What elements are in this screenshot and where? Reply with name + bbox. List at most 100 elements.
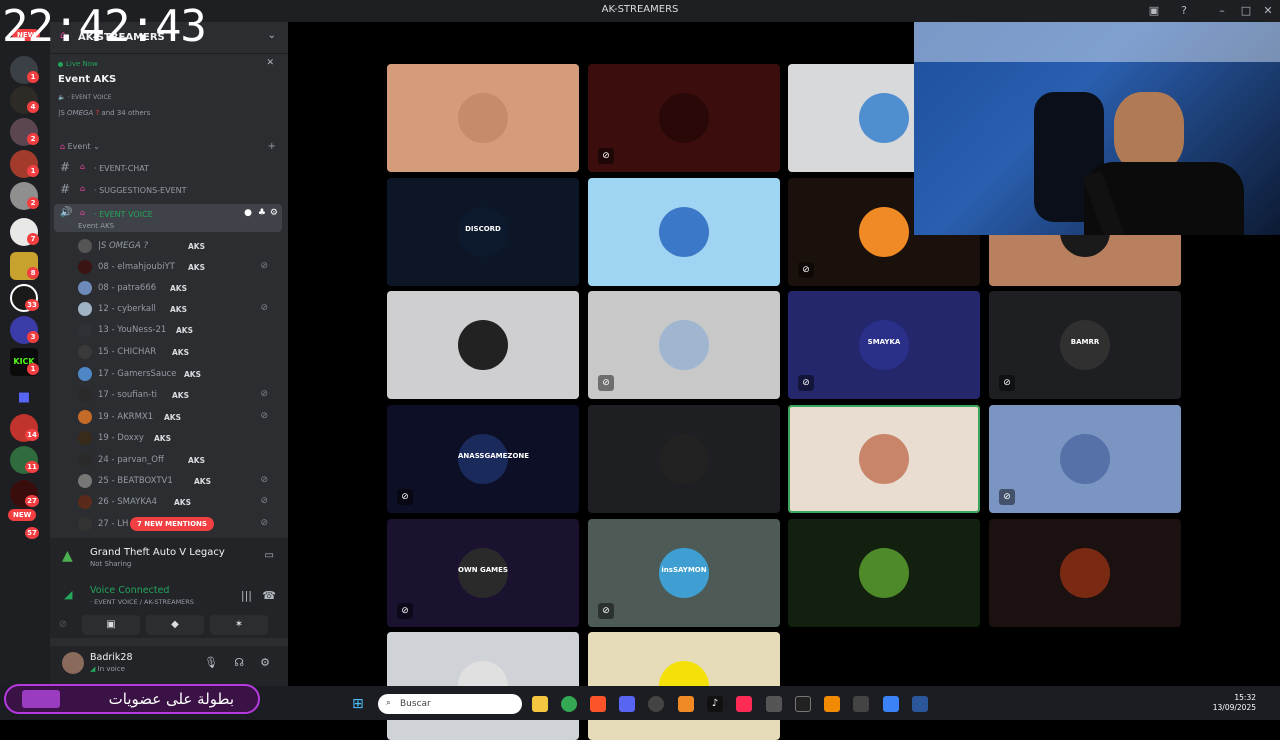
avatar [78, 431, 92, 445]
voice-user-tag: AKS [188, 242, 206, 251]
help-icon[interactable]: ? [1176, 3, 1192, 19]
participant-avatar: BAMRR [1060, 320, 1110, 370]
participant-avatar [859, 434, 909, 484]
voice-user[interactable]: 12 - cyberkall AKS ⊘ [76, 299, 276, 319]
microphone-icon[interactable]: 🎙 [204, 656, 218, 669]
headphones-icon[interactable]: ☊ [234, 656, 244, 669]
voice-user-tag: AKS [194, 477, 212, 486]
new-mentions-badge[interactable]: 7 NEW MENTIONS [130, 517, 214, 531]
game-status: Not Sharing [90, 560, 132, 568]
muted-mic-icon: ⊘ [798, 375, 814, 391]
participant-tile[interactable] [989, 519, 1181, 627]
participant-tile[interactable]: SMAYKA ⊘ [788, 291, 980, 399]
share-screen-button[interactable]: ▣ [82, 615, 140, 635]
unread-badge: 33 [25, 299, 39, 311]
voice-user[interactable]: 17 - soufian-ti AKS ⊘ [76, 385, 276, 405]
maximize-button[interactable]: □ [1238, 3, 1254, 19]
discord-icon[interactable] [619, 696, 635, 712]
participant-tile[interactable] [588, 178, 780, 286]
soundboard-button[interactable]: ✶ [210, 615, 268, 635]
participant-tile[interactable] [588, 405, 780, 513]
tiktok-icon[interactable]: ♪ [707, 696, 723, 712]
deafened-icon: ⊘ [260, 389, 268, 399]
participant-prefix: |S [58, 109, 65, 117]
participant-tile[interactable] [788, 405, 980, 513]
unread-badge: 1 [27, 363, 39, 375]
participant-tile[interactable]: insSAYMON ⊘ [588, 519, 780, 627]
voice-user[interactable]: 08 - elmahjoubiYT AKS ⊘ [76, 257, 276, 277]
app-icon[interactable] [883, 696, 899, 712]
unread-badge: 7 [27, 233, 39, 245]
voice-user-name: 19 - AKRMX1 [98, 412, 154, 422]
participant-tile[interactable]: BAMRR ⊘ [989, 291, 1181, 399]
terminal-icon[interactable] [795, 696, 811, 712]
voice-status[interactable]: Voice Connected [90, 585, 169, 596]
app-icon[interactable] [853, 696, 869, 712]
voice-user[interactable]: 19 - Doxxy AKS [76, 428, 276, 448]
file-explorer-icon[interactable] [532, 696, 548, 712]
noise-suppression-icon[interactable]: ||| [241, 589, 252, 602]
app-icon[interactable] [766, 696, 782, 712]
taskbar-search[interactable]: Buscar [378, 694, 522, 714]
windows-start-icon[interactable]: ⊞ [352, 696, 368, 712]
participant-tile[interactable] [788, 519, 980, 627]
participant-tile[interactable] [387, 291, 579, 399]
avatar [78, 410, 92, 424]
taskbar-clock[interactable]: 15:32 13/09/2025 [1213, 693, 1256, 713]
participant-tile[interactable]: DISCORD [387, 178, 579, 286]
brave-icon[interactable] [590, 696, 606, 712]
disconnect-icon[interactable]: ☎ [262, 589, 276, 602]
add-channel-icon[interactable]: + [268, 141, 276, 152]
voice-user[interactable]: 25 - BEATBOXTV1 AKS ⊘ [76, 471, 276, 491]
channel-suggestions-event[interactable]: # ⌂ · SUGGESTIONS-EVENT [54, 180, 282, 200]
participant-tile[interactable]: ⊘ [588, 291, 780, 399]
gear-icon[interactable]: ⚙ [270, 208, 278, 218]
channel-event-chat[interactable]: # ⌂ · EVENT-CHAT [54, 158, 282, 178]
chrome-icon[interactable] [561, 696, 577, 712]
voice-user-name: 13 - YouNess-21 [98, 325, 167, 335]
word-icon[interactable] [912, 696, 928, 712]
muted-mic-icon: ⊘ [598, 375, 614, 391]
voice-user[interactable]: 08 - patra666 AKS [76, 278, 276, 298]
voice-user[interactable]: 19 - AKRMX1 AKS ⊘ [76, 407, 276, 427]
tiktok-live-icon[interactable] [736, 696, 752, 712]
voice-channel-event[interactable]: 🔊 ⌂ · EVENT VOICE Event AKS ● ♣ ⚙ [54, 204, 282, 232]
avatar[interactable] [62, 652, 84, 674]
chat-icon[interactable]: ● [244, 208, 252, 218]
participant-avatar [1060, 548, 1110, 598]
voice-user[interactable]: 15 - CHICHAR AKS [76, 342, 276, 362]
voice-user-tag: AKS [174, 498, 192, 507]
channel-emoji-icon: ⌂ [80, 184, 86, 193]
participant-avatar [458, 320, 508, 370]
voice-user[interactable]: |S OMEGA ? AKS [76, 236, 276, 256]
close-icon[interactable]: ✕ [266, 58, 274, 68]
participant-tile[interactable] [387, 64, 579, 172]
folder-icon[interactable]: ■ [10, 384, 38, 412]
inbox-icon[interactable]: ▣ [1146, 3, 1162, 19]
activities-button[interactable]: ◆ [146, 615, 204, 635]
obs-icon[interactable] [648, 696, 664, 712]
muted-mic-icon: ⊘ [397, 603, 413, 619]
participant-tile[interactable]: ⊘ [989, 405, 1181, 513]
voice-user[interactable]: 13 - YouNess-21 AKS [76, 320, 276, 340]
category-event[interactable]: ⌂ Event ⌄ [60, 142, 100, 151]
voice-user[interactable]: 24 - parvan_Off AKS [76, 450, 276, 470]
invite-icon[interactable]: ♣ [258, 208, 266, 218]
vlc-icon[interactable] [824, 696, 840, 712]
speaker-icon: 🔈 [58, 94, 66, 101]
participant-tile[interactable]: ⊘ [588, 64, 780, 172]
live-event-card[interactable]: Live Now Event AKS 🔈 · EVENT VOICE |S OM… [54, 56, 282, 122]
participant-tile[interactable]: OWN GAMES ⊘ [387, 519, 579, 627]
minimize-button[interactable]: – [1214, 3, 1230, 19]
voice-user[interactable]: 26 - SMAYKA4 AKS ⊘ [76, 492, 276, 512]
participant-avatar: SMAYKA [859, 320, 909, 370]
voice-user[interactable]: 17 - GamersSauce AKS [76, 364, 276, 384]
voice-user-name: 08 - patra666 [98, 283, 157, 293]
gear-icon[interactable]: ⚙ [260, 656, 270, 669]
screen-share-icon[interactable]: ▭ [265, 550, 274, 561]
new-badge-bottom: NEW [8, 509, 37, 521]
participant-tile[interactable]: ANASSGAMEZONE ⊘ [387, 405, 579, 513]
app-icon[interactable] [678, 696, 694, 712]
close-window-button[interactable]: ✕ [1260, 3, 1276, 19]
channel-emoji-icon: ⌂ [80, 162, 86, 171]
